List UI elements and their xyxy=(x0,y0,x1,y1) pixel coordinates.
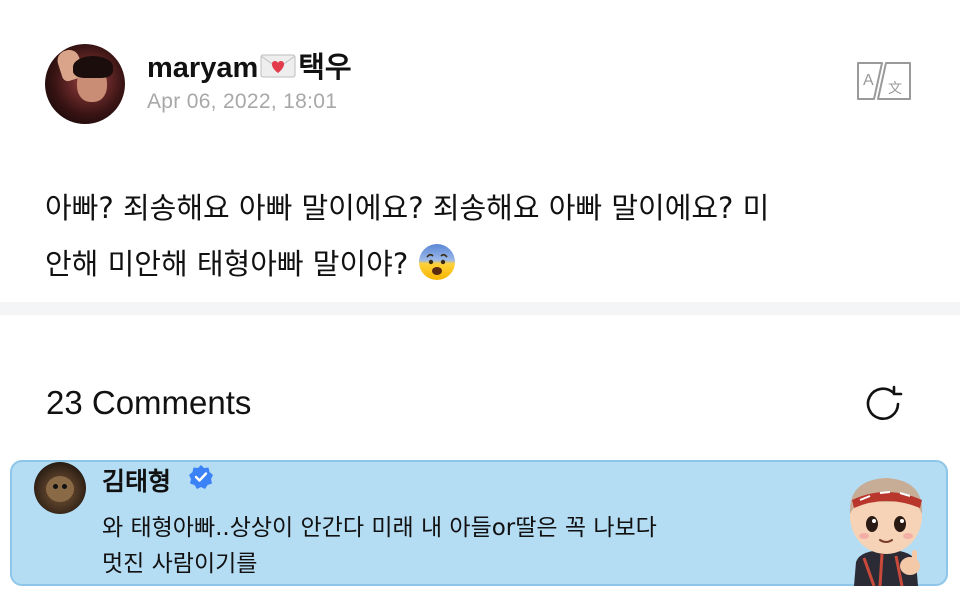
refresh-icon xyxy=(866,385,903,420)
comment-text-line2: 멋진 사람이기를 xyxy=(102,551,258,577)
avatar-dog-face xyxy=(46,476,74,502)
post-page: maryam 택우 Apr 06, 2022, 18:01 A 文 아빠? 죄송… xyxy=(0,0,960,612)
author-name-part1: maryam xyxy=(147,52,259,84)
comments-count: 23 Comments xyxy=(46,384,252,421)
author-name[interactable]: maryam 택우 xyxy=(147,44,352,86)
author-name-part2: 택우 xyxy=(298,52,352,84)
love-letter-icon xyxy=(260,54,296,78)
avatar-hair xyxy=(73,56,113,78)
post-text-line2: 안해 미안해 태형아빠 말이야? xyxy=(45,236,915,292)
character-sticker-icon xyxy=(849,478,923,586)
post-text-line1: 아빠? 죄송해요 아빠 말이에요? 죄송해요 아빠 말이에요? 미 xyxy=(45,191,770,225)
comment-author-avatar[interactable] xyxy=(34,462,86,514)
section-divider xyxy=(0,302,960,315)
svg-text:文: 文 xyxy=(888,81,902,97)
translate-button[interactable]: A 文 xyxy=(852,60,916,102)
comment-text: 와 태형아빠..상상이 안간다 미래 내 아들or딸은 꼭 나보다 멋진 사람이… xyxy=(102,510,792,582)
highlighted-comment[interactable]: 김태형 와 태형아빠..상상이 안간다 미래 내 아들or딸은 꼭 나보다 멋진… xyxy=(10,460,948,586)
fearful-face-emoji-icon xyxy=(419,244,456,280)
svg-text:A: A xyxy=(863,72,874,89)
comment-author-name[interactable]: 김태형 xyxy=(102,462,171,498)
refresh-button[interactable] xyxy=(860,381,906,427)
avatar-dog-eye xyxy=(53,484,58,489)
translate-icon: A 文 xyxy=(857,62,911,100)
post-text-line2-text: 안해 미안해 태형아빠 말이야? xyxy=(45,247,418,281)
verified-badge-icon xyxy=(189,465,213,489)
avatar-dog-eye xyxy=(62,484,67,489)
post-body: 아빠? 죄송해요 아빠 말이에요? 죄송해요 아빠 말이에요? 미 안해 미안해… xyxy=(45,180,915,292)
comment-text-line1: 와 태형아빠..상상이 안간다 미래 내 아들or딸은 꼭 나보다 xyxy=(102,515,657,541)
post-date: Apr 06, 2022, 18:01 xyxy=(147,90,338,113)
author-avatar[interactable] xyxy=(45,44,125,124)
